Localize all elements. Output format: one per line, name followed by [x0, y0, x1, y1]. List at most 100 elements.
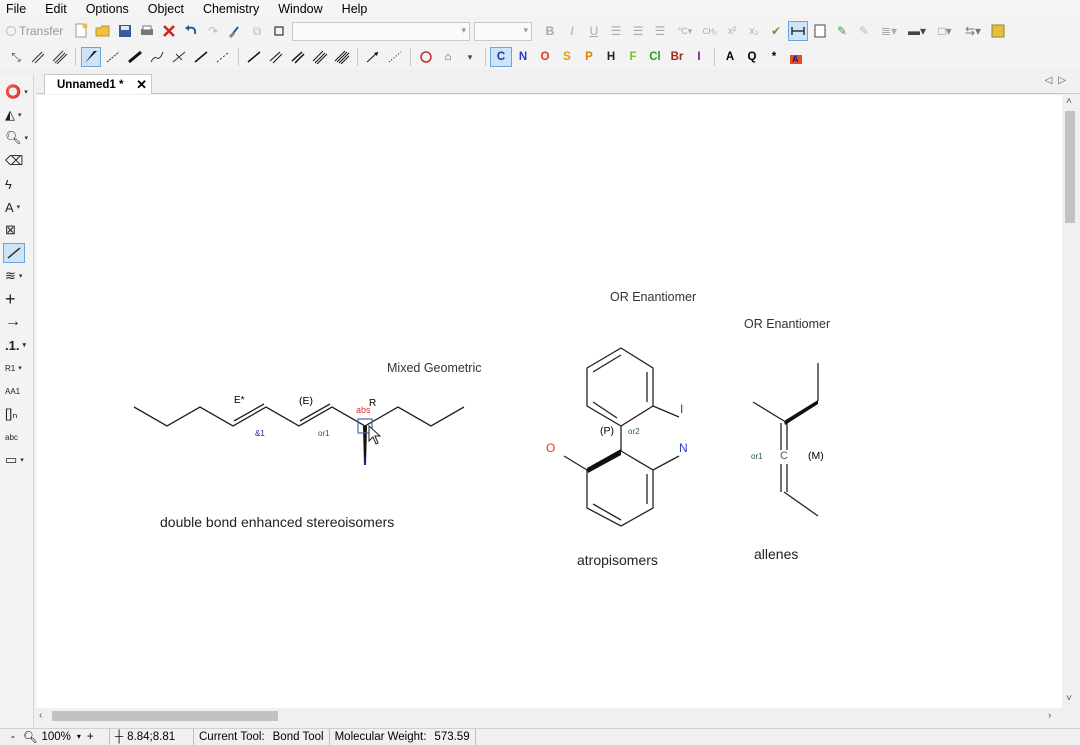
abc-tool-icon[interactable]: abc: [3, 427, 29, 447]
numbering-tool-icon[interactable]: .1. ▾: [3, 335, 29, 355]
superscript-icon[interactable]: x²: [722, 21, 742, 41]
double-bond-icon[interactable]: [28, 47, 48, 67]
clean-icon[interactable]: [225, 21, 245, 41]
atom-list-icon[interactable]: AA1: [3, 381, 29, 401]
delete-icon[interactable]: [159, 21, 179, 41]
undo-icon[interactable]: [181, 21, 201, 41]
lasso-icon[interactable]: ⭕ ▾: [3, 82, 29, 102]
underline-icon[interactable]: U: [584, 21, 604, 41]
redo-icon[interactable]: ↷: [203, 21, 223, 41]
mapping-tool-icon[interactable]: ⊠: [3, 220, 29, 240]
copy-icon[interactable]: ⧉: [247, 21, 267, 41]
zoom-control[interactable]: - 🔍︎ 100% ▾ +: [6, 728, 110, 745]
structure-perspective-icon[interactable]: ◭ ▾: [3, 105, 29, 125]
scroll-left-icon[interactable]: ‹: [39, 710, 42, 721]
scroll-down-icon[interactable]: ˅: [1066, 693, 1072, 704]
frame-icon[interactable]: [269, 21, 289, 41]
element-hydrogen-button[interactable]: H: [600, 47, 622, 67]
align-right-icon[interactable]: ☰: [650, 21, 670, 41]
wavy-bond-icon[interactable]: [147, 47, 167, 67]
double-either-icon[interactable]: [288, 47, 308, 67]
zoom-icon[interactable]: 🔍︎ ▾: [3, 128, 29, 148]
vertical-scrollbar[interactable]: ˄ ˅: [1062, 95, 1078, 708]
menu-file[interactable]: File: [6, 2, 26, 16]
tab-navigation-icon[interactable]: ◁▷: [1045, 75, 1072, 86]
plus-tool-icon[interactable]: +: [3, 289, 29, 309]
element-query-button[interactable]: Q: [741, 47, 763, 67]
transfer-button[interactable]: Transfer: [6, 24, 70, 38]
arrow-icon[interactable]: [363, 47, 383, 67]
element-chlorine-button[interactable]: Cl: [644, 47, 666, 67]
chain-tool-icon[interactable]: ϟ: [3, 174, 29, 194]
font-family-select[interactable]: [292, 21, 470, 41]
highlight-icon[interactable]: ✎: [832, 21, 852, 41]
templates-icon[interactable]: ⌂: [438, 47, 458, 67]
subscript-icon[interactable]: x₂: [744, 21, 764, 41]
scroll-right-icon[interactable]: ›: [1048, 710, 1051, 721]
bold-icon[interactable]: B: [540, 21, 560, 41]
element-nitrogen-button[interactable]: N: [512, 47, 534, 67]
triple-bond-alt-icon[interactable]: [310, 47, 330, 67]
dotted-arrow-icon[interactable]: [385, 47, 405, 67]
image-icon[interactable]: [988, 21, 1008, 41]
shape-tool-icon[interactable]: ▭ ▾: [3, 450, 29, 470]
element-phosphorus-button[interactable]: P: [578, 47, 600, 67]
zoom-in-icon[interactable]: +: [87, 731, 94, 743]
plain-bond-icon[interactable]: [244, 47, 264, 67]
scroll-up-icon[interactable]: ˄: [1066, 96, 1072, 107]
menu-edit[interactable]: Edit: [45, 2, 67, 16]
zoom-out-icon[interactable]: -: [11, 731, 15, 743]
line-style-icon[interactable]: ≣▾: [876, 21, 902, 41]
print-icon[interactable]: [137, 21, 157, 41]
horizontal-scrollbar[interactable]: ‹ ›: [36, 708, 1062, 724]
open-folder-icon[interactable]: [93, 21, 113, 41]
element-any-atom-button[interactable]: A: [719, 47, 741, 67]
cross-bond-icon[interactable]: [169, 47, 189, 67]
element-fluorine-button[interactable]: F: [622, 47, 644, 67]
eraser-tool-icon[interactable]: ⌫: [3, 151, 29, 171]
chevron-down-icon[interactable]: ▾: [77, 732, 81, 741]
single-bond-icon[interactable]: [191, 47, 211, 67]
page-icon[interactable]: [810, 21, 830, 41]
eraser-icon[interactable]: ✎: [854, 21, 874, 41]
close-icon[interactable]: ✕: [136, 77, 147, 93]
periodic-table-icon[interactable]: A: [786, 47, 806, 67]
arrow-tool-icon[interactable]: →: [3, 312, 29, 332]
text-tool-icon[interactable]: A ▾: [3, 197, 29, 217]
menu-window[interactable]: Window: [278, 2, 322, 16]
more-bonds-icon[interactable]: ▾: [460, 47, 480, 67]
menu-object[interactable]: Object: [148, 2, 184, 16]
wavy-tool-icon[interactable]: ≋ ▾: [3, 266, 29, 286]
element-star-button[interactable]: *: [763, 47, 785, 67]
element-oxygen-button[interactable]: O: [534, 47, 556, 67]
vertical-scroll-thumb[interactable]: [1065, 111, 1075, 223]
tab-unnamed1[interactable]: Unnamed1 * ✕: [44, 74, 152, 94]
align-center-icon[interactable]: ☰: [628, 21, 648, 41]
hashed-wedge-icon[interactable]: [103, 47, 123, 67]
border-icon[interactable]: □▾: [932, 21, 958, 41]
triple-bond-icon[interactable]: [50, 47, 70, 67]
align-left-icon[interactable]: ☰: [606, 21, 626, 41]
arrange-icon[interactable]: ⇆▾: [960, 21, 986, 41]
fit-width-icon[interactable]: [788, 21, 808, 41]
element-carbon-button[interactable]: C: [490, 47, 512, 67]
double-bond-alt-icon[interactable]: [266, 47, 286, 67]
quadruple-bond-icon[interactable]: [332, 47, 352, 67]
wedge-bond-icon[interactable]: [81, 47, 101, 67]
bond-tool-icon[interactable]: [3, 243, 25, 263]
menu-options[interactable]: Options: [86, 2, 129, 16]
save-icon[interactable]: [115, 21, 135, 41]
new-document-icon[interactable]: [71, 21, 91, 41]
element-iodine-button[interactable]: I: [688, 47, 710, 67]
horizontal-scroll-thumb[interactable]: [52, 711, 278, 721]
bracket-tool-icon[interactable]: []ₙ: [3, 404, 29, 424]
ring-icon[interactable]: [416, 47, 436, 67]
element-bromine-button[interactable]: Br: [666, 47, 688, 67]
menu-chemistry[interactable]: Chemistry: [203, 2, 259, 16]
italic-icon[interactable]: I: [562, 21, 582, 41]
drawing-canvas[interactable]: Mixed Geometric OR Enantiomer OR Enantio…: [36, 95, 1062, 708]
menu-help[interactable]: Help: [342, 2, 368, 16]
font-size-select[interactable]: [474, 21, 532, 41]
rgroup-tool-icon[interactable]: R1 ▾: [3, 358, 29, 378]
lasso-bond-icon[interactable]: ⤡: [6, 47, 26, 67]
